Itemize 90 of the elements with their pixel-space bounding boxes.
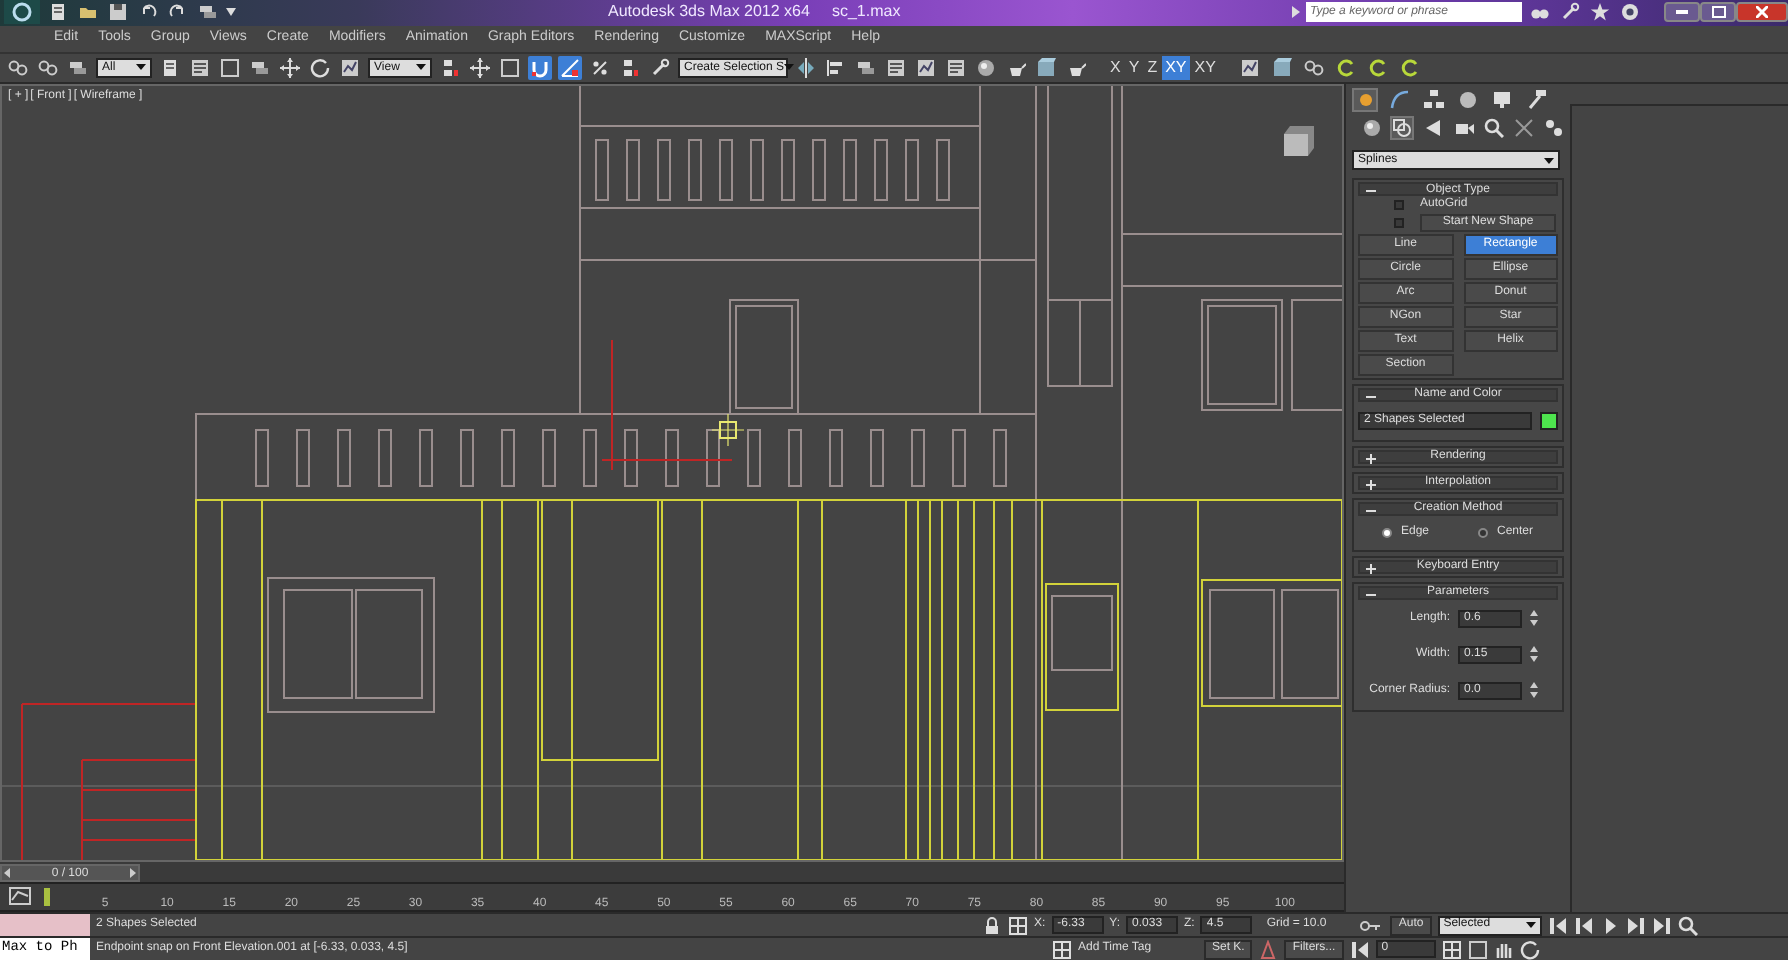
spinner-arrows-icon[interactable] — [1530, 682, 1538, 699]
unlink-icon[interactable] — [36, 55, 60, 80]
maximize-button[interactable] — [1700, 2, 1736, 23]
move-icon[interactable] — [278, 55, 302, 80]
light-icon — [1423, 118, 1443, 139]
search-arrow-icon[interactable] — [1292, 6, 1300, 19]
link-icon[interactable] — [6, 55, 30, 80]
next-frame-icon[interactable] — [1625, 915, 1646, 936]
app-logo-icon — [4, 0, 40, 25]
close-button[interactable] — [1736, 2, 1788, 23]
radio-button[interactable] — [1382, 527, 1393, 538]
spinner-snap-icon[interactable] — [618, 55, 642, 80]
shapes-icon — [1392, 118, 1412, 139]
caret-icon — [416, 64, 426, 71]
sphere-icon — [1361, 118, 1381, 139]
minimize-icon — [1676, 10, 1688, 15]
rotate-icon[interactable] — [308, 55, 332, 80]
object-category-button[interactable] — [1390, 116, 1414, 141]
file-name: sc_1.max — [831, 4, 901, 22]
dropdown-arrow-icon[interactable] — [226, 8, 236, 17]
refresh-icon[interactable] — [1333, 55, 1358, 80]
command-panel-tab[interactable] — [1488, 88, 1514, 113]
plus-icon — [1366, 453, 1376, 464]
checkbox[interactable] — [1394, 217, 1404, 228]
minus-icon — [1366, 505, 1376, 516]
command-panel-tab[interactable] — [1420, 88, 1446, 113]
rectangle-select-icon[interactable] — [218, 55, 242, 80]
object-category-button[interactable] — [1360, 116, 1382, 141]
refresh-icon[interactable] — [1365, 55, 1390, 80]
camera-icon — [1453, 118, 1473, 139]
align-icon[interactable] — [824, 55, 848, 80]
minus-icon — [1366, 391, 1376, 402]
percent-snap-icon[interactable] — [588, 55, 612, 80]
sun-icon — [1355, 90, 1375, 111]
axis-constraint-button[interactable]: XY — [1161, 55, 1191, 80]
minus-icon — [1366, 589, 1376, 600]
axis-constraint-button[interactable]: Y — [1124, 55, 1144, 80]
caret-icon — [1525, 922, 1536, 929]
new-file-icon[interactable] — [46, 0, 70, 25]
snap-cursor-icon — [711, 414, 745, 448]
caret-icon — [784, 64, 795, 71]
window-title: Autodesk 3ds Max 2012 x64 — [608, 4, 810, 22]
go-to-end-icon[interactable] — [1651, 915, 1672, 936]
zoom-icon[interactable] — [1677, 915, 1698, 936]
help-icon[interactable] — [1618, 0, 1642, 25]
spinner-arrows-icon[interactable] — [1530, 610, 1538, 627]
key-filter-icon[interactable] — [1258, 939, 1279, 960]
radio-button[interactable] — [1478, 527, 1489, 538]
axis-constraint-button[interactable]: Z — [1143, 55, 1162, 80]
snap-toggle-icon[interactable] — [528, 55, 552, 80]
caret-icon — [136, 64, 146, 71]
maximize-icon — [1711, 6, 1725, 19]
lock-icon[interactable] — [982, 915, 1002, 936]
angle-snap-icon[interactable] — [558, 55, 582, 80]
command-panel-tab[interactable] — [1352, 88, 1378, 113]
plus-icon — [1366, 479, 1376, 490]
command-panel-tab[interactable] — [1454, 88, 1480, 113]
right-arrow-icon — [129, 868, 136, 879]
caret-icon — [1544, 157, 1554, 164]
command-panel-tab[interactable] — [1386, 88, 1412, 113]
star-icon[interactable] — [1588, 0, 1612, 25]
save-icon[interactable] — [106, 0, 130, 25]
key-icon[interactable] — [1360, 915, 1385, 936]
minus-icon — [1366, 186, 1376, 197]
mirror-icon[interactable] — [794, 55, 818, 80]
hierarchy-icon — [1423, 90, 1443, 111]
color-swatch[interactable] — [1540, 411, 1558, 430]
checkbox[interactable] — [1394, 200, 1404, 211]
material-editor-icon[interactable] — [974, 55, 998, 80]
chain-icon[interactable] — [1301, 55, 1326, 80]
previous-frame-icon[interactable] — [1573, 915, 1594, 936]
curve-icon — [1389, 90, 1409, 111]
listener-output[interactable] — [0, 914, 90, 937]
minimize-button[interactable] — [1664, 2, 1700, 23]
spinner-arrows-icon[interactable] — [1530, 646, 1538, 663]
refresh-icon[interactable] — [1397, 55, 1422, 80]
axis-constraint-button[interactable]: XY — [1190, 55, 1220, 80]
go-to-start-icon[interactable] — [1547, 915, 1568, 936]
monitor-icon — [1491, 90, 1511, 111]
close-icon — [1756, 6, 1768, 19]
axis-constraint-button[interactable]: X — [1106, 55, 1125, 80]
object-category-button[interactable] — [1422, 116, 1444, 141]
left-arrow-icon — [4, 868, 10, 879]
plus-icon — [1366, 563, 1376, 574]
wrench-icon[interactable] — [1558, 0, 1582, 25]
curve-editor-icon[interactable] — [914, 55, 938, 80]
hammer-icon — [1525, 90, 1545, 111]
mini-curve-editor-icon[interactable] — [8, 886, 32, 907]
viewcube-icon[interactable] — [1284, 126, 1314, 157]
key-marker-icon — [44, 888, 50, 907]
